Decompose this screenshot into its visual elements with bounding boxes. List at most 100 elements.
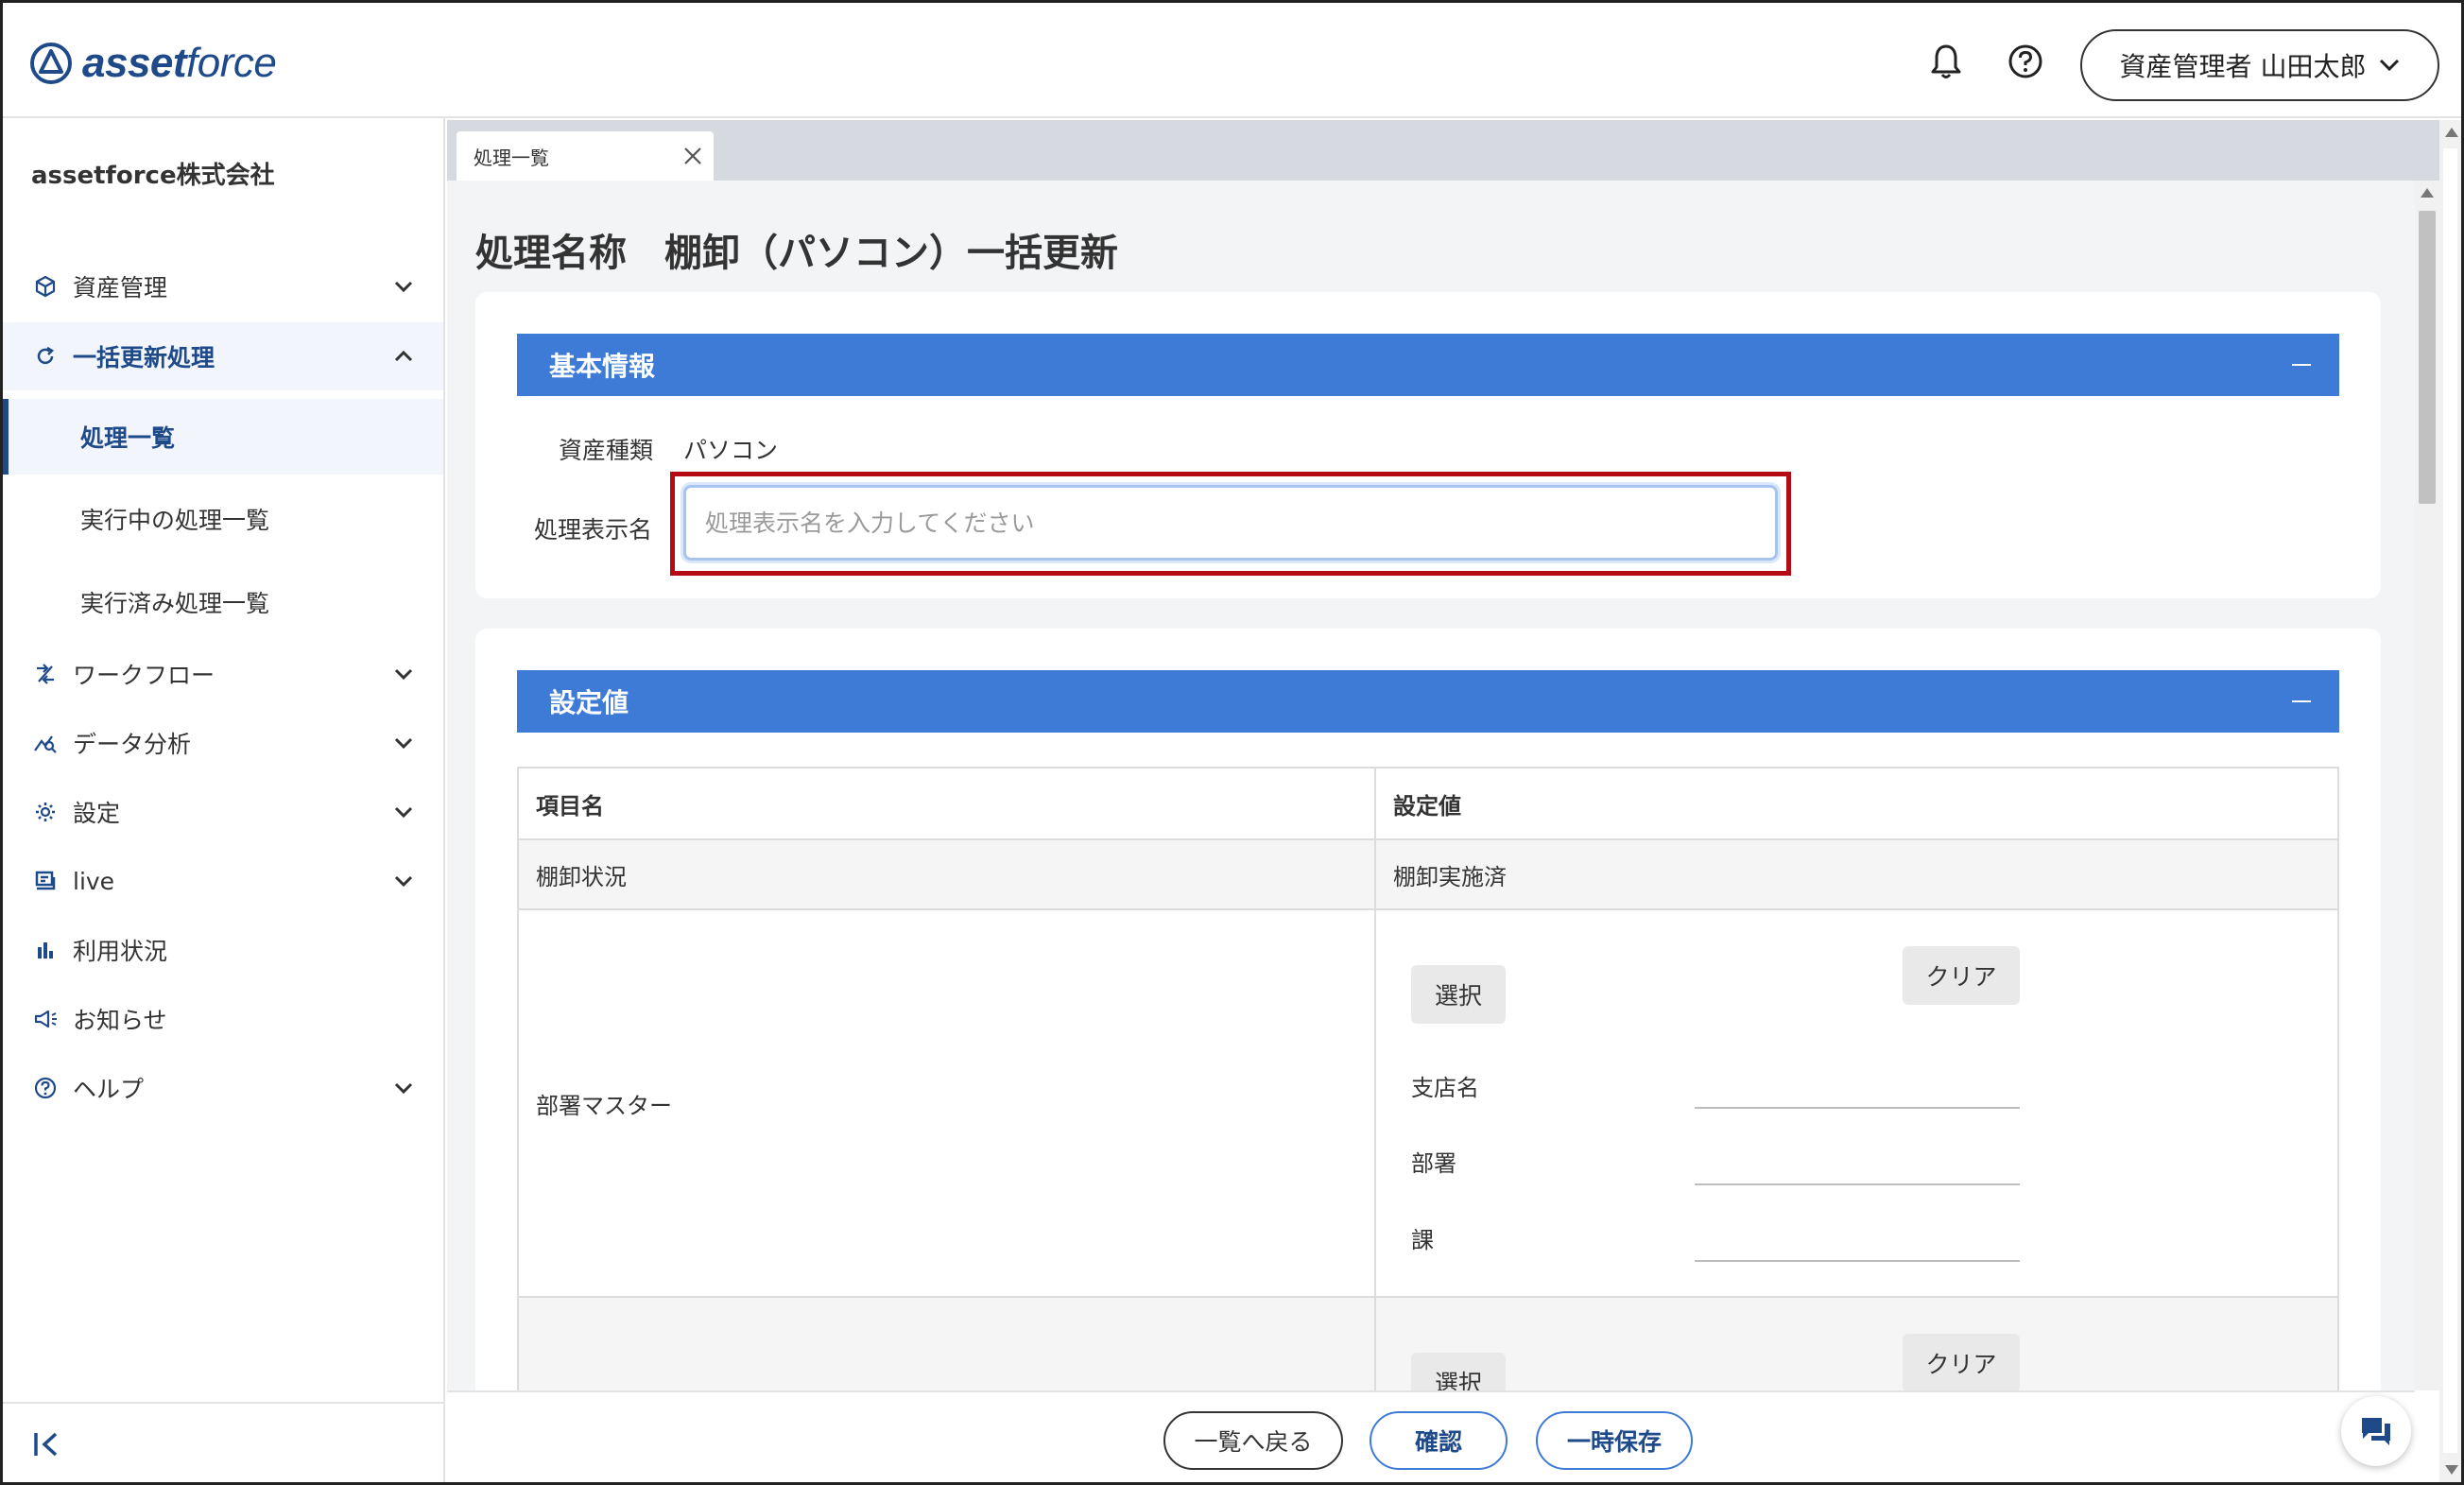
scroll-up-icon[interactable] [2421, 188, 2434, 198]
item-cell: 部署マスター [516, 908, 1377, 1298]
select-button[interactable]: 選択 [1411, 1353, 1506, 1390]
chat-button[interactable] [2341, 1396, 2411, 1466]
scroll-down-icon[interactable] [2445, 1465, 2458, 1475]
sidebar: assetforce株式会社 資産管理 一括更新処理 処理一覧 実行中の処理一覧… [3, 118, 445, 1482]
user-menu-button[interactable]: 資産管理者 山田太郎 [2080, 29, 2439, 101]
gear-icon [33, 800, 58, 824]
sidebar-item-label: 利用状況 [73, 938, 168, 965]
chevron-down-icon [2380, 59, 2400, 72]
select-button[interactable]: 選択 [1411, 965, 1506, 1024]
back-to-list-button[interactable]: 一覧へ戻る [1163, 1411, 1343, 1470]
clear-button[interactable]: クリア [1903, 1334, 2020, 1390]
clear-button[interactable]: クリア [1903, 946, 2020, 1005]
column-header: 設定値 [1374, 767, 2339, 840]
column-header: 項目名 [516, 767, 1377, 840]
collapse-icon[interactable] [2292, 364, 2311, 366]
sidebar-item-bulk-update[interactable]: 一括更新処理 [3, 322, 443, 390]
sidebar-item-label: 設定 [73, 800, 121, 827]
help-circle-icon[interactable] [2005, 41, 2046, 82]
section-heading: 設定値 [549, 687, 629, 718]
section-heading: 基本情報 [549, 351, 656, 382]
value-cell: 棚卸実施済 [1374, 838, 2339, 910]
department-label: 部署 [1411, 1150, 1456, 1177]
tab-label: 処理一覧 [474, 146, 549, 169]
sidebar-item-asset-management[interactable]: 資産管理 [3, 252, 443, 320]
item-cell [516, 1296, 1377, 1390]
collapse-sidebar-icon[interactable] [31, 1428, 63, 1460]
branch-field [1695, 1107, 2020, 1109]
chevron-down-icon [394, 875, 413, 888]
table-header-row: 項目名 設定値 [516, 767, 2339, 840]
display-name-label: 処理表示名 [534, 516, 653, 544]
main-content: 処理名称 棚卸（パソコン）一括更新 基本情報 資産種類 パソコン 処理表示名 設… [447, 181, 2415, 1390]
sidebar-item-label: live [73, 867, 115, 895]
asset-type-value: パソコン [683, 437, 779, 464]
value-cell [1374, 1296, 2339, 1390]
window-scrollbar-thumb[interactable] [2443, 148, 2457, 1453]
sidebar-item-notices[interactable]: お知らせ [3, 985, 443, 1053]
display-name-input[interactable] [683, 485, 1778, 561]
bar-chart-icon [33, 938, 58, 962]
scrollbar-thumb[interactable] [2419, 211, 2436, 504]
value-cell [1374, 908, 2339, 1298]
page-title: 処理名称 棚卸（パソコン）一括更新 [475, 232, 1118, 275]
user-name: 資産管理者 山田太郎 [2119, 51, 2367, 82]
temp-save-button[interactable]: 一時保存 [1536, 1411, 1693, 1470]
company-name: assetforce株式会社 [31, 162, 275, 190]
analytics-icon [33, 731, 58, 755]
notification-bell-icon[interactable] [1925, 41, 1967, 82]
help-icon [33, 1076, 58, 1100]
logo-mark-icon [30, 43, 72, 84]
department-field [1695, 1183, 2020, 1185]
sidebar-item-label: お知らせ [73, 1007, 167, 1034]
sidebar-subitem-running-list[interactable]: 実行中の処理一覧 [3, 481, 443, 557]
sidebar-subitem-process-list[interactable]: 処理一覧 [3, 399, 443, 475]
logo-text: assetforce [82, 40, 277, 86]
sidebar-subitem-completed-list[interactable]: 実行済み処理一覧 [3, 564, 443, 640]
tab-bar: 処理一覧 [447, 120, 2439, 181]
bottom-action-bar: 一覧へ戻る 確認 一時保存 [447, 1390, 2415, 1482]
table-row: 棚卸状況 棚卸実施済 [516, 838, 2339, 910]
close-icon[interactable] [681, 145, 704, 167]
sidebar-item-help[interactable]: ヘルプ [3, 1054, 443, 1122]
logo[interactable]: assetforce [29, 37, 277, 90]
sidebar-item-label: ワークフロー [73, 662, 215, 689]
top-header: assetforce 資産管理者 山田太郎 [3, 3, 2461, 118]
chevron-down-icon [394, 281, 413, 293]
sidebar-item-usage[interactable]: 利用状況 [3, 916, 443, 984]
section-field [1695, 1260, 2020, 1262]
settings-header[interactable]: 設定値 [517, 670, 2339, 733]
chevron-down-icon [394, 1082, 413, 1095]
sidebar-footer [3, 1402, 443, 1482]
scroll-up-icon[interactable] [2445, 128, 2458, 137]
workflow-icon [33, 662, 58, 686]
refresh-icon [33, 344, 58, 369]
sidebar-item-data-analysis[interactable]: データ分析 [3, 709, 443, 777]
sidebar-subitem-label: 処理一覧 [80, 424, 176, 452]
chevron-down-icon [394, 737, 413, 750]
item-cell: 棚卸状況 [516, 838, 1377, 910]
sidebar-item-label: 資産管理 [73, 274, 168, 302]
sidebar-item-settings[interactable]: 設定 [3, 778, 443, 846]
sidebar-subitem-label: 実行中の処理一覧 [80, 507, 270, 534]
megaphone-icon [33, 1007, 58, 1031]
content-scrollbar[interactable] [2415, 181, 2439, 1390]
confirm-button[interactable]: 確認 [1370, 1411, 1508, 1470]
sidebar-item-label: 一括更新処理 [73, 344, 215, 371]
sidebar-item-workflow[interactable]: ワークフロー [3, 640, 443, 708]
live-icon [33, 869, 58, 893]
basic-info-header[interactable]: 基本情報 [517, 334, 2339, 396]
chevron-down-icon [394, 668, 413, 681]
asset-type-label: 資産種類 [559, 437, 654, 464]
sidebar-item-label: データ分析 [73, 731, 192, 758]
branch-label: 支店名 [1411, 1075, 1479, 1101]
section-label: 課 [1411, 1227, 1434, 1253]
window-scrollbar[interactable] [2439, 120, 2461, 1482]
sidebar-item-live[interactable]: live [3, 847, 443, 915]
cube-icon [33, 274, 58, 299]
tab-process-list[interactable]: 処理一覧 [457, 131, 714, 181]
chevron-up-icon [394, 350, 413, 362]
sidebar-item-label: ヘルプ [73, 1076, 145, 1103]
sidebar-subitem-label: 実行済み処理一覧 [80, 590, 270, 617]
collapse-icon[interactable] [2292, 700, 2311, 702]
